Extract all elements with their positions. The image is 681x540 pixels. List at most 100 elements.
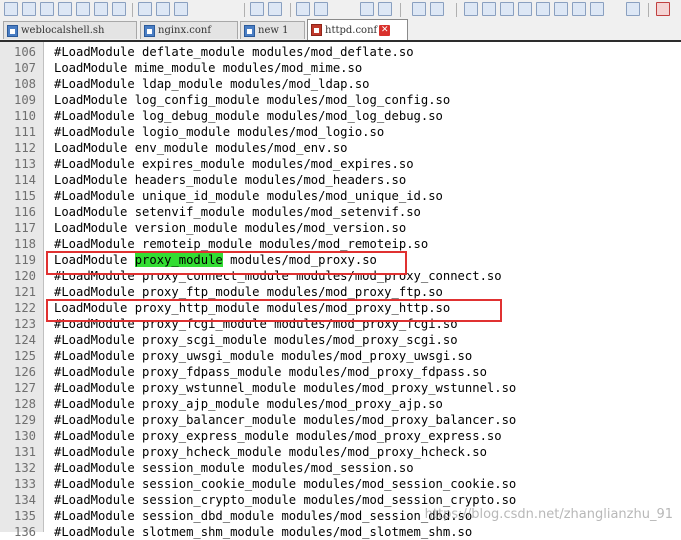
code-line[interactable]: 122 LoadModule proxy_http_module modules/…: [0, 300, 681, 316]
code-line[interactable]: 111 #LoadModule logio_module modules/mod_…: [0, 124, 681, 140]
copy-icon[interactable]: [156, 2, 170, 16]
line-number: 132: [13, 461, 36, 475]
code-line[interactable]: 115 #LoadModule unique_id_module modules/…: [0, 188, 681, 204]
zoom-out-icon[interactable]: [378, 2, 392, 16]
code-segment: LoadModule: [54, 253, 135, 267]
code-line[interactable]: 118 #LoadModule remoteip_module modules/m…: [0, 236, 681, 252]
word-wrap-icon[interactable]: [464, 2, 478, 16]
tab-httpd-conf[interactable]: httpd.conf ✕: [307, 19, 408, 40]
line-number: 112: [13, 141, 36, 155]
code-line[interactable]: 120 #LoadModule proxy_connect_module modu…: [0, 268, 681, 284]
file-icon: [7, 24, 18, 37]
document-map-icon[interactable]: [536, 2, 550, 16]
code-line[interactable]: 116 LoadModule setenvif_module modules/mo…: [0, 204, 681, 220]
line-number: 121: [13, 285, 36, 299]
code-line[interactable]: 128 #LoadModule proxy_ajp_module modules/…: [0, 396, 681, 412]
find-icon[interactable]: [296, 2, 310, 16]
toolbar-separator: [132, 3, 133, 17]
zoom-in-icon[interactable]: [360, 2, 374, 16]
code-line[interactable]: 106 #LoadModule deflate_module modules/mo…: [0, 44, 681, 60]
line-number: 106: [13, 45, 36, 59]
code-text: #LoadModule session_crypto_module module…: [54, 493, 517, 507]
code-line[interactable]: 134 #LoadModule session_crypto_module mod…: [0, 492, 681, 508]
code-text: #LoadModule proxy_balancer_module module…: [54, 413, 517, 427]
code-line[interactable]: 124 #LoadModule proxy_scgi_module modules…: [0, 332, 681, 348]
code-text: #LoadModule proxy_wstunnel_module module…: [54, 381, 517, 395]
code-text: #LoadModule session_cookie_module module…: [54, 477, 517, 491]
code-line[interactable]: 113 #LoadModule expires_module modules/mo…: [0, 156, 681, 172]
toolbar-separator: [456, 3, 457, 17]
tab-new-1[interactable]: new 1: [240, 21, 305, 39]
replace-icon[interactable]: [314, 2, 328, 16]
code-line[interactable]: 132 #LoadModule session_module modules/mo…: [0, 460, 681, 476]
line-number: 108: [13, 77, 36, 91]
code-text: LoadModule log_config_module modules/mod…: [54, 93, 451, 107]
code-text: LoadModule proxy_http_module modules/mod…: [54, 301, 451, 315]
code-line[interactable]: 110 #LoadModule log_debug_module modules/…: [0, 108, 681, 124]
code-line[interactable]: 114 LoadModule headers_module modules/mod…: [0, 172, 681, 188]
close-file-icon[interactable]: [76, 2, 90, 16]
close-tab-icon[interactable]: ✕: [379, 24, 391, 36]
undo-icon[interactable]: [250, 2, 264, 16]
line-number: 119: [13, 253, 36, 267]
code-line[interactable]: 126 #LoadModule proxy_fdpass_module modul…: [0, 364, 681, 380]
toolbar-separator: [244, 3, 245, 17]
code-line[interactable]: 136 #LoadModule slotmem_shm_module module…: [0, 524, 681, 540]
function-list-icon[interactable]: [554, 2, 568, 16]
code-text: #LoadModule proxy_scgi_module modules/mo…: [54, 333, 458, 347]
line-number: 114: [13, 173, 36, 187]
watermark: https://blog.csdn.net/zhanglianzhu_91: [424, 507, 673, 522]
indent-guide-icon[interactable]: [500, 2, 514, 16]
print-icon[interactable]: [112, 2, 126, 16]
language-icon[interactable]: [518, 2, 532, 16]
sync-scroll-h-icon[interactable]: [430, 2, 444, 16]
editor[interactable]: 106 #LoadModule deflate_module modules/mo…: [0, 40, 681, 539]
code-line[interactable]: 131 #LoadModule proxy_hcheck_module modul…: [0, 444, 681, 460]
line-number: 120: [13, 269, 36, 283]
line-number: 125: [13, 349, 36, 363]
line-number: 107: [13, 61, 36, 75]
search-highlight: proxy_module: [134, 253, 223, 267]
code-text: LoadModule headers_module modules/mod_he…: [54, 173, 407, 187]
save-icon[interactable]: [40, 2, 54, 16]
line-number: 129: [13, 413, 36, 427]
code-line[interactable]: 121 #LoadModule proxy_ftp_module modules/…: [0, 284, 681, 300]
code-line[interactable]: 117 LoadModule version_module modules/mod…: [0, 220, 681, 236]
tab-weblocalshell[interactable]: weblocalshell.sh: [3, 21, 137, 39]
code-line[interactable]: 125 #LoadModule proxy_uwsgi_module module…: [0, 348, 681, 364]
code-text: LoadModule version_module modules/mod_ve…: [54, 221, 407, 235]
code-line[interactable]: 133 #LoadModule session_cookie_module mod…: [0, 476, 681, 492]
code-text: #LoadModule proxy_ajp_module modules/mod…: [54, 397, 443, 411]
code-line[interactable]: 109 LoadModule log_config_module modules/…: [0, 92, 681, 108]
monitoring-icon[interactable]: [590, 2, 604, 16]
save-all-icon[interactable]: [58, 2, 72, 16]
new-file-icon[interactable]: [4, 2, 18, 16]
show-all-chars-icon[interactable]: [482, 2, 496, 16]
close-all-icon[interactable]: [94, 2, 108, 16]
record-macro-icon[interactable]: [656, 2, 670, 16]
code-line[interactable]: 129 #LoadModule proxy_balancer_module mod…: [0, 412, 681, 428]
code-line[interactable]: 107 LoadModule mime_module modules/mod_mi…: [0, 60, 681, 76]
code-line[interactable]: 108 #LoadModule ldap_module modules/mod_l…: [0, 76, 681, 92]
code-line[interactable]: 123 #LoadModule proxy_fcgi_module modules…: [0, 316, 681, 332]
code-segment: modules/mod_proxy.so: [222, 253, 377, 267]
line-number: 136: [13, 525, 36, 539]
code-text: LoadModule proxy_module modules/mod_prox…: [54, 252, 377, 268]
open-file-icon[interactable]: [22, 2, 36, 16]
sync-scroll-v-icon[interactable]: [412, 2, 426, 16]
code-text: #LoadModule ldap_module modules/mod_ldap…: [54, 77, 370, 91]
redo-icon[interactable]: [268, 2, 282, 16]
folder-workspace-icon[interactable]: [572, 2, 586, 16]
line-number: 110: [13, 109, 36, 123]
code-line[interactable]: 112 LoadModule env_module modules/mod_env…: [0, 140, 681, 156]
line-number: 131: [13, 445, 36, 459]
cut-icon[interactable]: [138, 2, 152, 16]
eye-icon[interactable]: [626, 2, 640, 16]
code-text: LoadModule setenvif_module modules/mod_s…: [54, 205, 421, 219]
line-number: 122: [13, 301, 36, 315]
code-line[interactable]: 127 #LoadModule proxy_wstunnel_module mod…: [0, 380, 681, 396]
paste-icon[interactable]: [174, 2, 188, 16]
tab-nginx-conf[interactable]: nginx.conf: [140, 21, 238, 39]
code-line[interactable]: 119 LoadModule proxy_module modules/mod_p…: [0, 252, 681, 268]
code-line[interactable]: 130 #LoadModule proxy_express_module modu…: [0, 428, 681, 444]
